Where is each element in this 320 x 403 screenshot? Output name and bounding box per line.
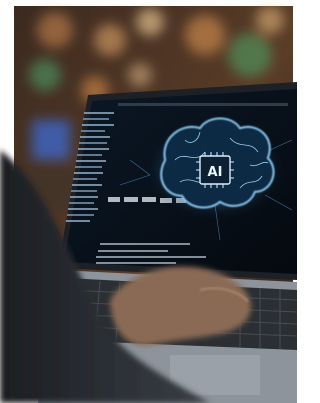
ai-chip: AI bbox=[196, 152, 234, 188]
ai-chip-label: AI bbox=[208, 165, 223, 180]
photo-illustration: AI bbox=[0, 0, 297, 403]
laptop-screen: AI bbox=[58, 82, 297, 280]
photo-scene: AI bbox=[0, 0, 297, 403]
